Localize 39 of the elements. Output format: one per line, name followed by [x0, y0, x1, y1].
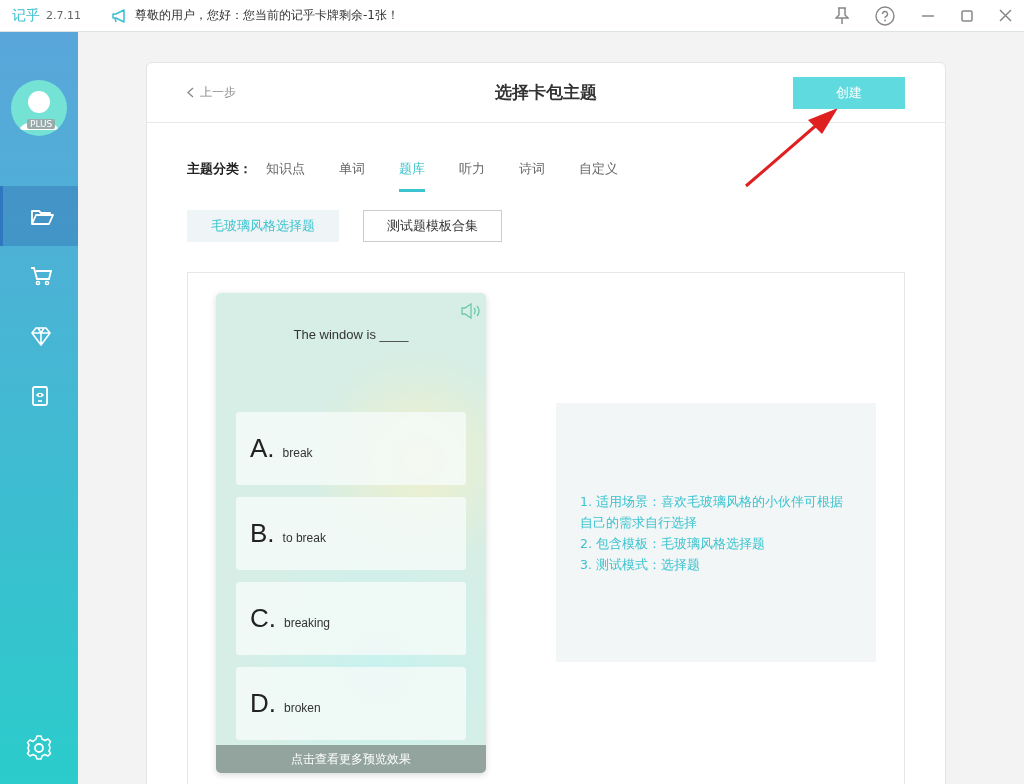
maximize-icon[interactable] [961, 9, 973, 22]
description-line: 2. 包含模板：毛玻璃风格选择题 [580, 534, 766, 553]
category-tab[interactable]: 单词 [339, 159, 365, 192]
option-text: breaking [284, 615, 331, 630]
pin-icon[interactable] [835, 6, 849, 25]
description-line: 1. 适用场景：喜欢毛玻璃风格的小伙伴可根据自己的需求自行选择 [580, 492, 844, 532]
megaphone-icon [111, 8, 127, 23]
category-tab[interactable]: 听力 [459, 159, 485, 192]
category-tab[interactable]: 诗词 [519, 159, 545, 192]
option-text: to break [282, 530, 326, 545]
back-button[interactable]: 上一步 [187, 84, 236, 101]
sidebar-item[interactable] [0, 186, 78, 246]
app-name: 记乎 [12, 6, 40, 25]
answer-option[interactable]: D. broken [236, 667, 466, 740]
chevron-left-icon [187, 87, 194, 98]
avatar[interactable] [11, 80, 67, 136]
category-tab[interactable]: 自定义 [579, 159, 618, 192]
option-letter: A. [250, 433, 275, 464]
template-button[interactable]: 测试题模板合集 [363, 210, 502, 242]
speaker-icon[interactable] [461, 303, 481, 319]
option-letter: D. [250, 688, 276, 719]
answer-option[interactable]: B. to break [236, 497, 466, 570]
category-label: 主题分类： [187, 160, 252, 178]
option-letter: B. [250, 518, 275, 549]
answer-option[interactable]: A. break [236, 412, 466, 485]
settings-icon[interactable] [25, 734, 53, 762]
help-icon[interactable] [875, 5, 895, 26]
question-text: The window is ____ [293, 327, 409, 342]
close-icon[interactable] [999, 9, 1012, 22]
description-line: 3. 测试模式：选择题 [580, 555, 701, 574]
category-tab[interactable]: 知识点 [266, 159, 305, 192]
notice-text: 尊敬的用户，您好：您当前的记乎卡牌剩余-1张！ [135, 7, 399, 24]
answer-option[interactable]: C. breaking [236, 582, 466, 655]
option-letter: C. [250, 603, 276, 634]
plus-badge: PLUS [27, 119, 56, 129]
option-text: broken [284, 700, 321, 715]
option-text: break [282, 445, 313, 460]
page-title: 选择卡包主题 [495, 81, 597, 104]
app-version: 2.7.11 [46, 9, 81, 22]
